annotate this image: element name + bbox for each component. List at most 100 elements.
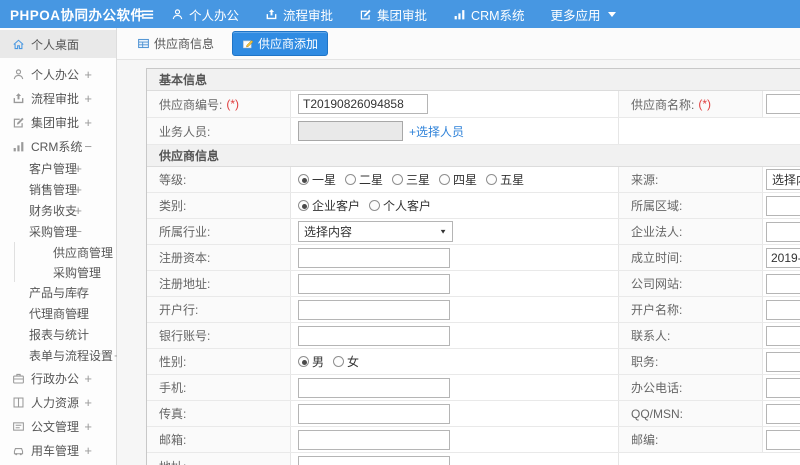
- radio-unchecked-icon[interactable]: [369, 200, 381, 211]
- sidebar-item-采购管理[interactable]: 采购管理 −: [0, 221, 116, 242]
- sidebar-item-人力资源[interactable]: 人力资源 +: [0, 390, 116, 414]
- text-input[interactable]: [766, 273, 800, 294]
- text-input[interactable]: [298, 299, 450, 320]
- field-label-cell: 邮箱:: [147, 427, 291, 452]
- radio-option-女[interactable]: 女: [333, 353, 359, 370]
- nav-item-more-apps[interactable]: 更多应用: [551, 5, 616, 24]
- select-dropdown[interactable]: 选择内容▼: [298, 221, 453, 242]
- expand-icon[interactable]: +: [74, 182, 82, 197]
- sidebar-item-label: 报表与统计: [29, 328, 90, 342]
- select-dropdown[interactable]: 选择内容▼: [766, 169, 800, 190]
- sidebar-item-label: 销售管理: [29, 183, 78, 197]
- expand-icon[interactable]: +: [74, 161, 82, 176]
- radio-option-一星[interactable]: 一星: [298, 171, 336, 188]
- sidebar-item-公文管理[interactable]: 公文管理 +: [0, 414, 116, 438]
- sidebar-item-个人办公[interactable]: 个人办公 +: [0, 62, 116, 86]
- radio-unchecked-icon[interactable]: [345, 174, 357, 185]
- radio-option-个人客户[interactable]: 个人客户: [369, 197, 431, 214]
- select-person-link[interactable]: +选择人员: [409, 123, 464, 140]
- expand-icon[interactable]: +: [74, 203, 82, 218]
- text-input[interactable]: [766, 221, 800, 242]
- expand-icon[interactable]: +: [84, 67, 92, 82]
- sidebar-item-代理商管理[interactable]: 代理商管理 +: [0, 303, 116, 324]
- sidebar-item-个人桌面[interactable]: 个人桌面: [0, 30, 116, 58]
- text-input[interactable]: [766, 403, 800, 424]
- radio-label: 个人客户: [383, 199, 432, 213]
- tab-供应商信息[interactable]: 供应商信息: [131, 32, 220, 55]
- nav-item-personal-office[interactable]: 个人办公: [171, 5, 239, 24]
- sidebar-item-label: 人力资源: [31, 395, 80, 410]
- sidebar-item-产品与库存[interactable]: 产品与库存 +: [0, 282, 116, 303]
- chevron-down-icon: ▼: [439, 227, 447, 236]
- sidebar-item-供应商管理[interactable]: 供应商管理: [14, 242, 116, 262]
- field-label-cell: 邮编:: [619, 427, 763, 452]
- text-input[interactable]: [766, 351, 800, 372]
- text-input[interactable]: [766, 377, 800, 398]
- text-input[interactable]: [298, 429, 450, 450]
- field-label: 传真:: [159, 407, 187, 421]
- radio-option-三星[interactable]: 三星: [392, 171, 430, 188]
- form-row: 注册资本: 成立时间:: [147, 245, 800, 271]
- radio-unchecked-icon[interactable]: [486, 174, 498, 185]
- nav-item-process-approval[interactable]: 流程审批: [265, 5, 333, 24]
- text-input[interactable]: [298, 325, 450, 346]
- sidebar-item-行政办公[interactable]: 行政办公 +: [0, 366, 116, 390]
- text-input[interactable]: [298, 377, 450, 398]
- expand-icon[interactable]: +: [84, 91, 92, 106]
- process-icon: [265, 8, 278, 21]
- sidebar-item-财务收支[interactable]: 财务收支 +: [0, 200, 116, 221]
- expand-icon[interactable]: +: [84, 115, 92, 130]
- picker-input[interactable]: [298, 121, 403, 141]
- text-input[interactable]: [298, 273, 450, 294]
- menu-toggle-button[interactable]: [140, 7, 155, 22]
- expand-icon[interactable]: +: [74, 285, 82, 300]
- tab-供应商添加[interactable]: 供应商添加: [232, 31, 329, 56]
- collapse-icon[interactable]: −: [74, 224, 82, 239]
- text-input[interactable]: [298, 247, 450, 268]
- text-input[interactable]: [766, 299, 800, 320]
- expand-icon[interactable]: +: [74, 306, 82, 321]
- sidebar-item-流程审批[interactable]: 流程审批 +: [0, 86, 116, 110]
- field-wrap: [766, 273, 800, 294]
- radio-option-企业客户[interactable]: 企业客户: [298, 197, 360, 214]
- radio-option-四星[interactable]: 四星: [439, 171, 477, 188]
- text-input[interactable]: [766, 429, 800, 450]
- radio-unchecked-icon[interactable]: [392, 174, 404, 185]
- radio-unchecked-icon[interactable]: [333, 356, 345, 367]
- field-cell: [291, 375, 619, 400]
- radio-checked-icon[interactable]: [298, 356, 309, 367]
- nav-item-crm-system[interactable]: CRM系统: [453, 5, 525, 24]
- sidebar-item-客户管理[interactable]: 客户管理 +: [0, 158, 116, 179]
- expand-icon[interactable]: +: [84, 443, 92, 458]
- sidebar-item-表单与流程设置[interactable]: 表单与流程设置+: [0, 345, 122, 366]
- text-input[interactable]: [766, 94, 800, 114]
- text-input[interactable]: [298, 456, 450, 465]
- nav-item-group-approval[interactable]: 集团审批: [359, 5, 427, 24]
- radio-option-二星[interactable]: 二星: [345, 171, 383, 188]
- sidebar-item-用车管理[interactable]: 用车管理 +: [0, 438, 116, 462]
- sidebar-item-集团审批[interactable]: 集团审批 +: [0, 110, 116, 134]
- expand-icon[interactable]: +: [84, 395, 92, 410]
- field-wrap: [766, 94, 800, 114]
- text-input[interactable]: [298, 403, 450, 424]
- radio-option-男[interactable]: 男: [298, 353, 324, 370]
- collapse-icon[interactable]: −: [84, 139, 92, 154]
- radio-checked-icon[interactable]: [298, 174, 309, 185]
- radio-option-五星[interactable]: 五星: [486, 171, 524, 188]
- radio-checked-icon[interactable]: [298, 200, 309, 211]
- radio-unchecked-icon[interactable]: [439, 174, 451, 185]
- text-input[interactable]: [766, 325, 800, 346]
- text-input[interactable]: [298, 94, 428, 114]
- text-input[interactable]: [766, 247, 800, 268]
- field-label: 注册地址:: [159, 277, 211, 291]
- text-input[interactable]: [766, 195, 800, 216]
- sidebar-item-label: 客户管理: [29, 162, 78, 176]
- field-wrap: [766, 195, 800, 216]
- sidebar-item-CRM系统[interactable]: CRM系统 −: [0, 134, 116, 158]
- sidebar-menu: 个人桌面 个人办公 + 流程审批 + 集团审批 + CRM系统 − 客户管理 + 销售管理 + 财务收支 +…: [0, 28, 122, 465]
- expand-icon[interactable]: +: [84, 419, 92, 434]
- sidebar-item-报表与统计[interactable]: 报表与统计: [0, 324, 116, 345]
- expand-icon[interactable]: +: [84, 371, 92, 386]
- sidebar-item-采购管理[interactable]: 采购管理: [14, 262, 116, 282]
- sidebar-item-销售管理[interactable]: 销售管理 +: [0, 179, 116, 200]
